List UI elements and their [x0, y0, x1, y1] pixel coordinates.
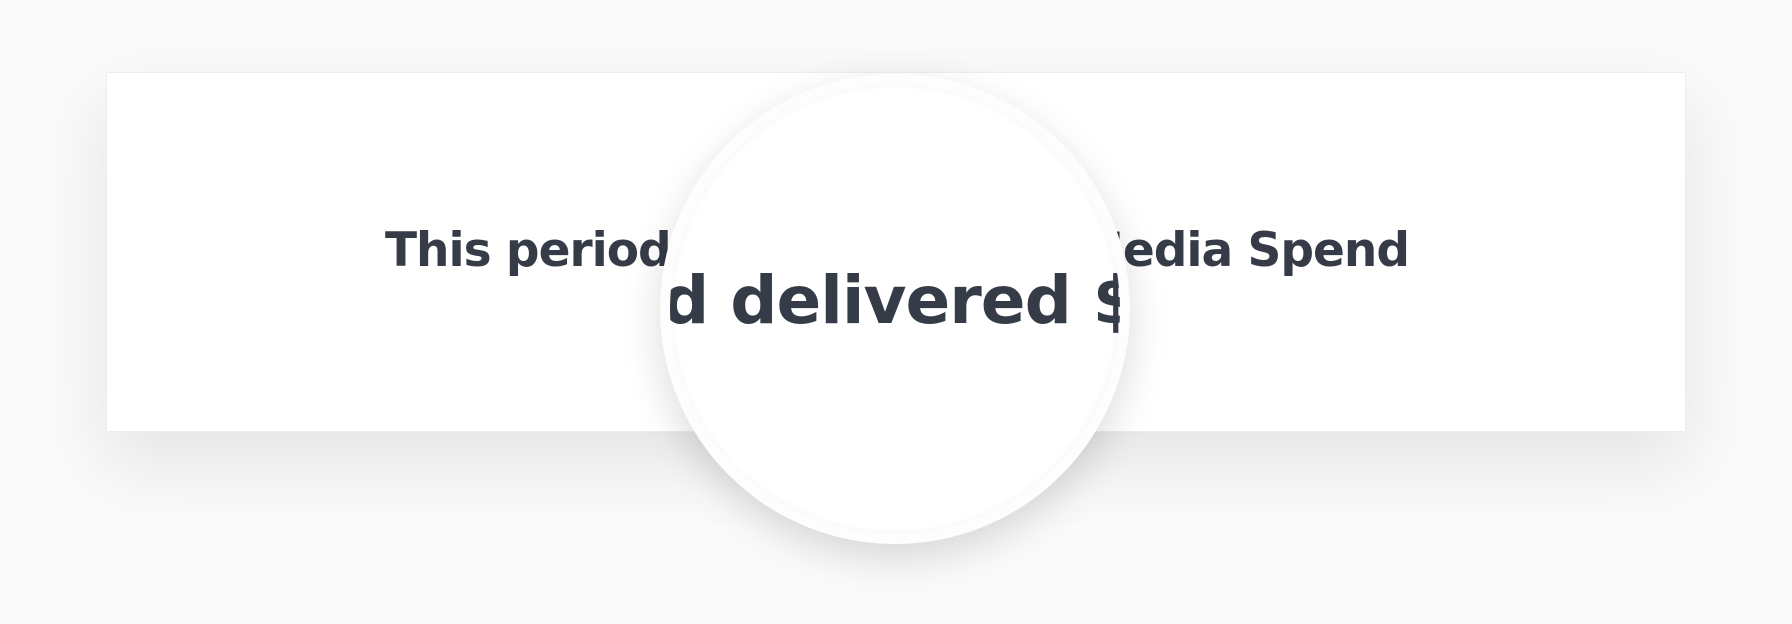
magnifier-lens: d delivered $ [660, 74, 1130, 544]
screen: This period we delivered $ Media Spend d… [0, 0, 1792, 624]
magnified-text: d delivered $ [662, 262, 1130, 339]
